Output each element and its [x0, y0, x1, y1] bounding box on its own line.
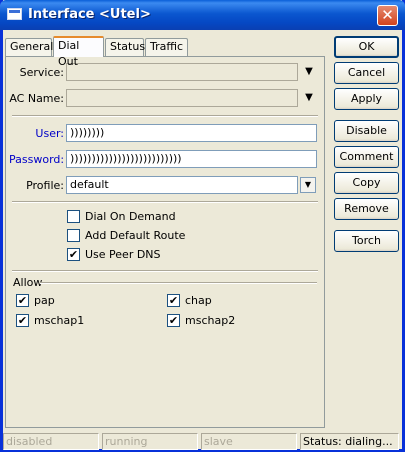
service-dropdown-icon[interactable]: ▼ [302, 65, 316, 79]
add-default-route-checkbox[interactable] [67, 229, 80, 242]
status-slave: slave [201, 433, 297, 450]
ac-name-label: AC Name: [9, 92, 64, 105]
profile-select[interactable]: default [66, 176, 298, 194]
add-default-route-label: Add Default Route [85, 229, 186, 242]
service-field[interactable] [66, 63, 298, 81]
chevron-down-icon: ▼ [304, 180, 312, 189]
allow-group-title: Allow [13, 276, 43, 289]
dial-on-demand-label: Dial On Demand [85, 210, 176, 223]
dial-on-demand-checkbox[interactable] [67, 210, 80, 223]
mschap1-checkbox[interactable]: ✔ [16, 314, 29, 327]
password-label: Password: [9, 153, 65, 166]
use-peer-dns-label: Use Peer DNS [85, 248, 161, 261]
close-button[interactable]: ✕ [377, 5, 398, 26]
status-state: Status: dialing... [300, 433, 399, 450]
check-icon: ✔ [17, 314, 28, 327]
disable-button[interactable]: Disable [334, 120, 399, 142]
divider [12, 270, 318, 272]
pap-label: pap [34, 294, 55, 307]
tab-dial-out[interactable]: Dial Out [53, 36, 104, 68]
divider [12, 201, 318, 203]
title-bar[interactable]: Interface <Utel> ✕ [0, 0, 405, 30]
allow-group-line [40, 282, 317, 284]
check-icon: ✔ [17, 294, 28, 307]
comment-button[interactable]: Comment [334, 146, 399, 168]
tab-general[interactable]: General [5, 38, 53, 56]
profile-dropdown-button[interactable]: ▼ [300, 177, 316, 193]
torch-button[interactable]: Torch [334, 230, 399, 252]
use-peer-dns-checkbox[interactable]: ✔ [67, 248, 80, 261]
copy-button[interactable]: Copy [334, 172, 399, 194]
check-icon: ✔ [68, 248, 79, 261]
ok-button[interactable]: OK [334, 36, 399, 58]
profile-label: Profile: [26, 179, 64, 192]
status-running: running [102, 433, 198, 450]
pap-checkbox[interactable]: ✔ [16, 294, 29, 307]
ac-name-field[interactable] [66, 89, 298, 107]
chap-checkbox[interactable]: ✔ [167, 294, 180, 307]
window-icon [7, 8, 22, 20]
tab-traffic[interactable]: Traffic [145, 38, 188, 56]
check-icon: ✔ [168, 294, 179, 307]
divider [12, 115, 318, 117]
ac-name-dropdown-icon[interactable]: ▼ [302, 91, 316, 105]
remove-button[interactable]: Remove [334, 198, 399, 220]
password-field[interactable]: )))))))))))))))))))))))))) [66, 150, 317, 168]
user-label: User: [35, 127, 64, 140]
user-field[interactable]: )))))))) [66, 124, 317, 142]
cancel-button[interactable]: Cancel [334, 62, 399, 84]
mschap2-label: mschap2 [185, 314, 236, 327]
apply-button[interactable]: Apply [334, 88, 399, 110]
window-title: Interface <Utel> [28, 7, 151, 22]
status-disabled: disabled [3, 433, 99, 450]
service-label: Service: [19, 66, 64, 79]
mschap1-label: mschap1 [34, 314, 85, 327]
check-icon: ✔ [168, 314, 179, 327]
close-icon: ✕ [381, 6, 394, 24]
chap-label: chap [185, 294, 212, 307]
mschap2-checkbox[interactable]: ✔ [167, 314, 180, 327]
status-bar: disabled running slave Status: dialing..… [3, 433, 399, 450]
tab-status[interactable]: Status [105, 38, 145, 56]
dial-out-panel: Service: ▼ AC Name: ▼ User: )))))))) Pas… [5, 56, 325, 428]
